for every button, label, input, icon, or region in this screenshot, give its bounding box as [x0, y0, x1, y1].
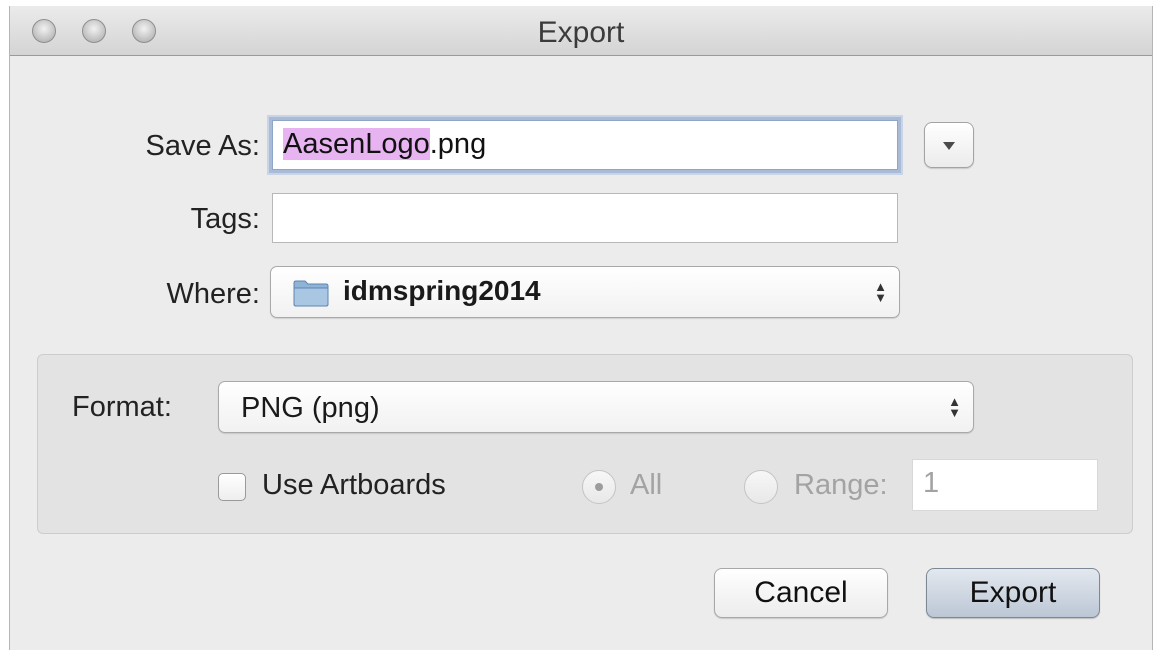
range-label: Range:: [794, 469, 888, 501]
window-title: Export: [537, 16, 625, 49]
where-value: idmspring2014: [343, 275, 541, 306]
range-radio: [744, 470, 778, 504]
up-down-arrows-icon: ▲ ▼: [948, 394, 961, 420]
format-value: PNG (png): [241, 392, 380, 424]
tags-field[interactable]: [272, 193, 898, 243]
filename-extension-text: .png: [429, 128, 487, 160]
all-radio: [582, 470, 616, 504]
use-artboards-label[interactable]: Use Artboards: [262, 469, 446, 502]
title-bar: Export: [10, 6, 1152, 56]
tags-label: Tags:: [190, 203, 260, 235]
save-as-label: Save As:: [145, 130, 260, 162]
save-as-field[interactable]: AasenLogo.png: [272, 120, 898, 170]
format-label: Format:: [72, 391, 172, 423]
folder-icon: [293, 280, 329, 307]
cancel-button[interactable]: Cancel: [714, 568, 888, 618]
range-field: 1: [912, 459, 1098, 511]
disclosure-triangle-icon: [943, 142, 955, 150]
export-dialog: Export Save As: AasenLogo.png Tags: Wher…: [9, 6, 1153, 650]
filename-selected-text: AasenLogo: [283, 128, 430, 160]
up-down-arrows-icon: ▲ ▼: [874, 279, 887, 305]
expand-dialog-button[interactable]: [924, 122, 974, 168]
where-popup[interactable]: idmspring2014 ▲ ▼: [270, 266, 900, 318]
export-button[interactable]: Export: [926, 568, 1100, 618]
format-options-panel: Format: PNG (png) ▲ ▼ Use Artboards All R…: [37, 354, 1133, 534]
format-popup[interactable]: PNG (png) ▲ ▼: [218, 381, 974, 433]
where-label: Where:: [166, 278, 260, 310]
radio-dot-icon: [595, 483, 603, 491]
use-artboards-checkbox[interactable]: [218, 473, 246, 501]
all-label: All: [630, 469, 663, 501]
